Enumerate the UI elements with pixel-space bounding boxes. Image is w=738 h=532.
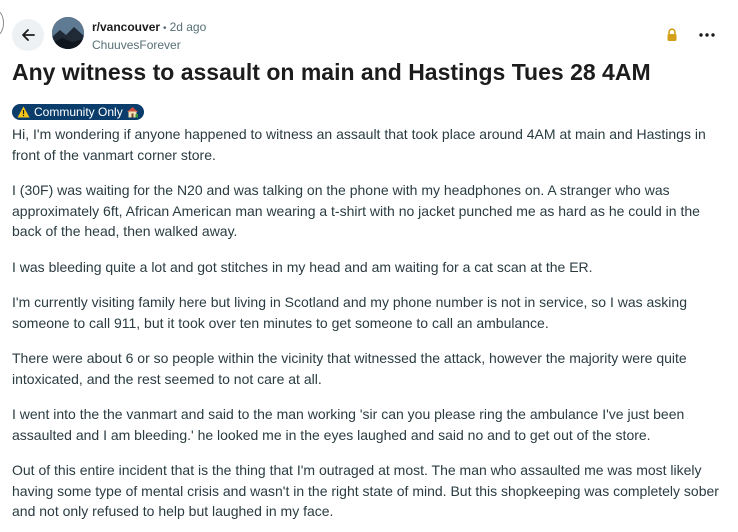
post-flair[interactable]: Community Only (12, 104, 144, 120)
author-link[interactable]: ChuuvesForever (92, 37, 206, 53)
post-paragraph: Out of this entire incident that is the … (12, 462, 719, 519)
arrow-left-icon (22, 29, 35, 41)
post-paragraph: I was bleeding quite a lot and got stitc… (12, 258, 593, 275)
post-title: Any witness to assault on main and Hasti… (12, 59, 651, 85)
meta-separator: • (163, 23, 167, 34)
post-paragraph: I went into the the vanmart and said to … (12, 406, 685, 443)
subreddit-avatar[interactable] (52, 17, 84, 49)
more-options-button[interactable] (694, 23, 720, 47)
post-header: r/vancouver • 2d ago ChuuvesForever (12, 16, 726, 56)
warning-icon (17, 106, 30, 118)
more-horizontal-icon (699, 33, 715, 37)
post-time: 2d ago (169, 20, 207, 34)
post-paragraph: There were about 6 or so people within t… (12, 350, 687, 387)
subreddit-link[interactable]: r/vancouver (92, 20, 160, 34)
house-icon (126, 107, 138, 118)
post-body: Hi, I'm wondering if anyone happened to … (12, 124, 724, 532)
flair-label: Community Only (34, 105, 123, 119)
lock-icon (667, 28, 677, 41)
post-paragraph: I'm currently visiting family here but l… (12, 294, 687, 331)
post-meta: r/vancouver • 2d ago ChuuvesForever (92, 20, 206, 53)
post-paragraph: I (30F) was waiting for the N20 and was … (12, 182, 700, 239)
back-button[interactable] (12, 19, 44, 51)
edge-fragment (0, 10, 4, 36)
mountain-avatar-icon (52, 17, 84, 49)
post-paragraph: Hi, I'm wondering if anyone happened to … (12, 126, 706, 163)
